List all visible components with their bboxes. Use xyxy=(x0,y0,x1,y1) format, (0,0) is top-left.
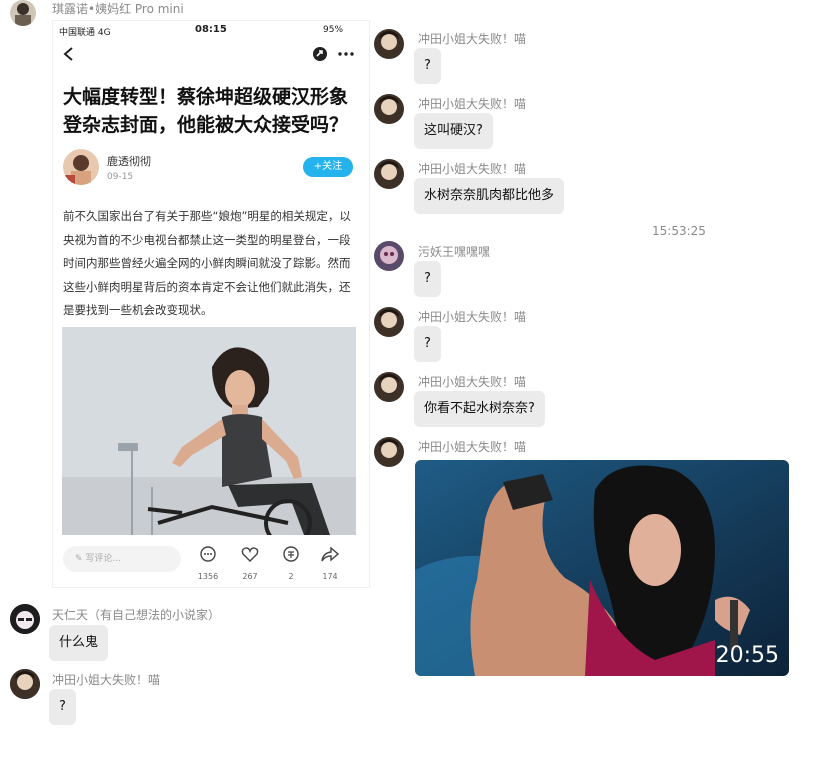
edit-icon: ✎ xyxy=(75,554,86,564)
avatar[interactable] xyxy=(374,159,404,189)
message-bubble[interactable]: ? xyxy=(49,689,76,725)
avatar[interactable] xyxy=(10,669,40,699)
avatar-image-icon xyxy=(374,29,404,59)
avatar-image-icon xyxy=(374,159,404,189)
forward-count: 174 xyxy=(322,572,338,581)
author-name[interactable]: 鹿透彻彻 xyxy=(107,153,151,169)
avatar[interactable] xyxy=(374,372,404,402)
cyclist-photo-icon xyxy=(62,327,356,535)
sender-name: 天仁天（有自己想法的小说家） xyxy=(52,608,221,622)
avatar-image-icon xyxy=(15,3,31,26)
comment-input[interactable]: ✎ 写评论... xyxy=(63,546,181,572)
avatar-image-icon xyxy=(374,94,404,124)
phone-status-bar: 中国联通 4G 08:15 95% xyxy=(53,21,369,41)
shared-article-screenshot[interactable]: 中国联通 4G 08:15 95% 大幅度转型！蔡徐坤超级硬汉形象登杂志封面，他… xyxy=(52,20,370,588)
comment-count: 1356 xyxy=(197,572,219,581)
sender-name: 冲田小姐大失败！喵 xyxy=(418,97,527,111)
message-bubble[interactable]: 水树奈奈肌肉都比他多 xyxy=(414,178,565,214)
clock-label: 08:15 xyxy=(195,24,227,35)
publish-date: 09-15 xyxy=(107,172,134,182)
avatar-image-icon xyxy=(374,307,404,337)
share-icon[interactable] xyxy=(311,45,329,63)
avatar[interactable] xyxy=(374,437,404,467)
forward-icon[interactable] xyxy=(321,545,339,563)
sender-name: 冲田小姐大失败！喵 xyxy=(418,440,527,454)
avatar[interactable] xyxy=(374,307,404,337)
sender-name: 冲田小姐大失败！喵 xyxy=(418,310,527,324)
message-bubble[interactable]: ? xyxy=(414,261,441,297)
carrier-label: 中国联通 4G xyxy=(59,28,111,38)
avatar-image-icon xyxy=(374,437,404,467)
avatar-image-icon xyxy=(10,604,40,634)
avatar[interactable] xyxy=(10,604,40,634)
more-options-icon[interactable] xyxy=(337,45,355,63)
like-icon[interactable] xyxy=(241,545,259,563)
avatar[interactable] xyxy=(374,241,404,271)
avatar-image-icon xyxy=(374,372,404,402)
message-bubble[interactable]: 这叫硬汉? xyxy=(414,113,493,149)
message-bubble[interactable]: ? xyxy=(414,326,441,362)
article-body: 前不久国家出台了有关于那些“娘炮”明星的相关规定，以央视为首的不少电视台都禁止这… xyxy=(63,209,351,317)
article-photo[interactable] xyxy=(62,327,356,535)
sender-name: 冲田小姐大失败！喵 xyxy=(418,162,527,176)
video-message[interactable]: 20:55 xyxy=(415,460,789,676)
sender-name: 琪露诺•姨妈红 Pro mini xyxy=(52,2,184,16)
article-headline: 大幅度转型！蔡徐坤超级硬汉形象登杂志封面，他能被大众接受吗？ xyxy=(63,86,349,136)
avatar-image-icon xyxy=(10,669,40,699)
author-avatar[interactable] xyxy=(63,149,99,185)
avatar-image-icon xyxy=(374,241,404,271)
message-bubble[interactable]: ? xyxy=(414,48,441,84)
message-timestamp: 15:53:25 xyxy=(652,224,706,238)
sender-name: 冲田小姐大失败！喵 xyxy=(52,673,161,687)
message-bubble[interactable]: 什么鬼 xyxy=(49,625,109,661)
message-bubble[interactable]: 你看不起水树奈奈? xyxy=(414,391,545,427)
like-count: 267 xyxy=(242,572,258,581)
avatar[interactable] xyxy=(374,29,404,59)
sender-name: 冲田小姐大失败！喵 xyxy=(418,32,527,46)
back-icon[interactable] xyxy=(61,45,77,63)
avatar[interactable] xyxy=(374,94,404,124)
comment-placeholder: 写评论... xyxy=(85,554,121,564)
coin-icon[interactable] xyxy=(282,545,300,563)
video-duration: 20:55 xyxy=(715,643,779,668)
coin-count: 2 xyxy=(288,572,294,581)
comment-icon[interactable] xyxy=(199,545,217,563)
follow-button[interactable]: +关注 xyxy=(303,157,353,177)
battery-label: 95% xyxy=(323,25,344,35)
author-photo-icon xyxy=(63,149,99,185)
avatar[interactable] xyxy=(10,0,36,26)
sender-name: 污妖王嘿嘿嘿 xyxy=(418,245,491,259)
sender-name: 冲田小姐大失败！喵 xyxy=(418,375,527,389)
